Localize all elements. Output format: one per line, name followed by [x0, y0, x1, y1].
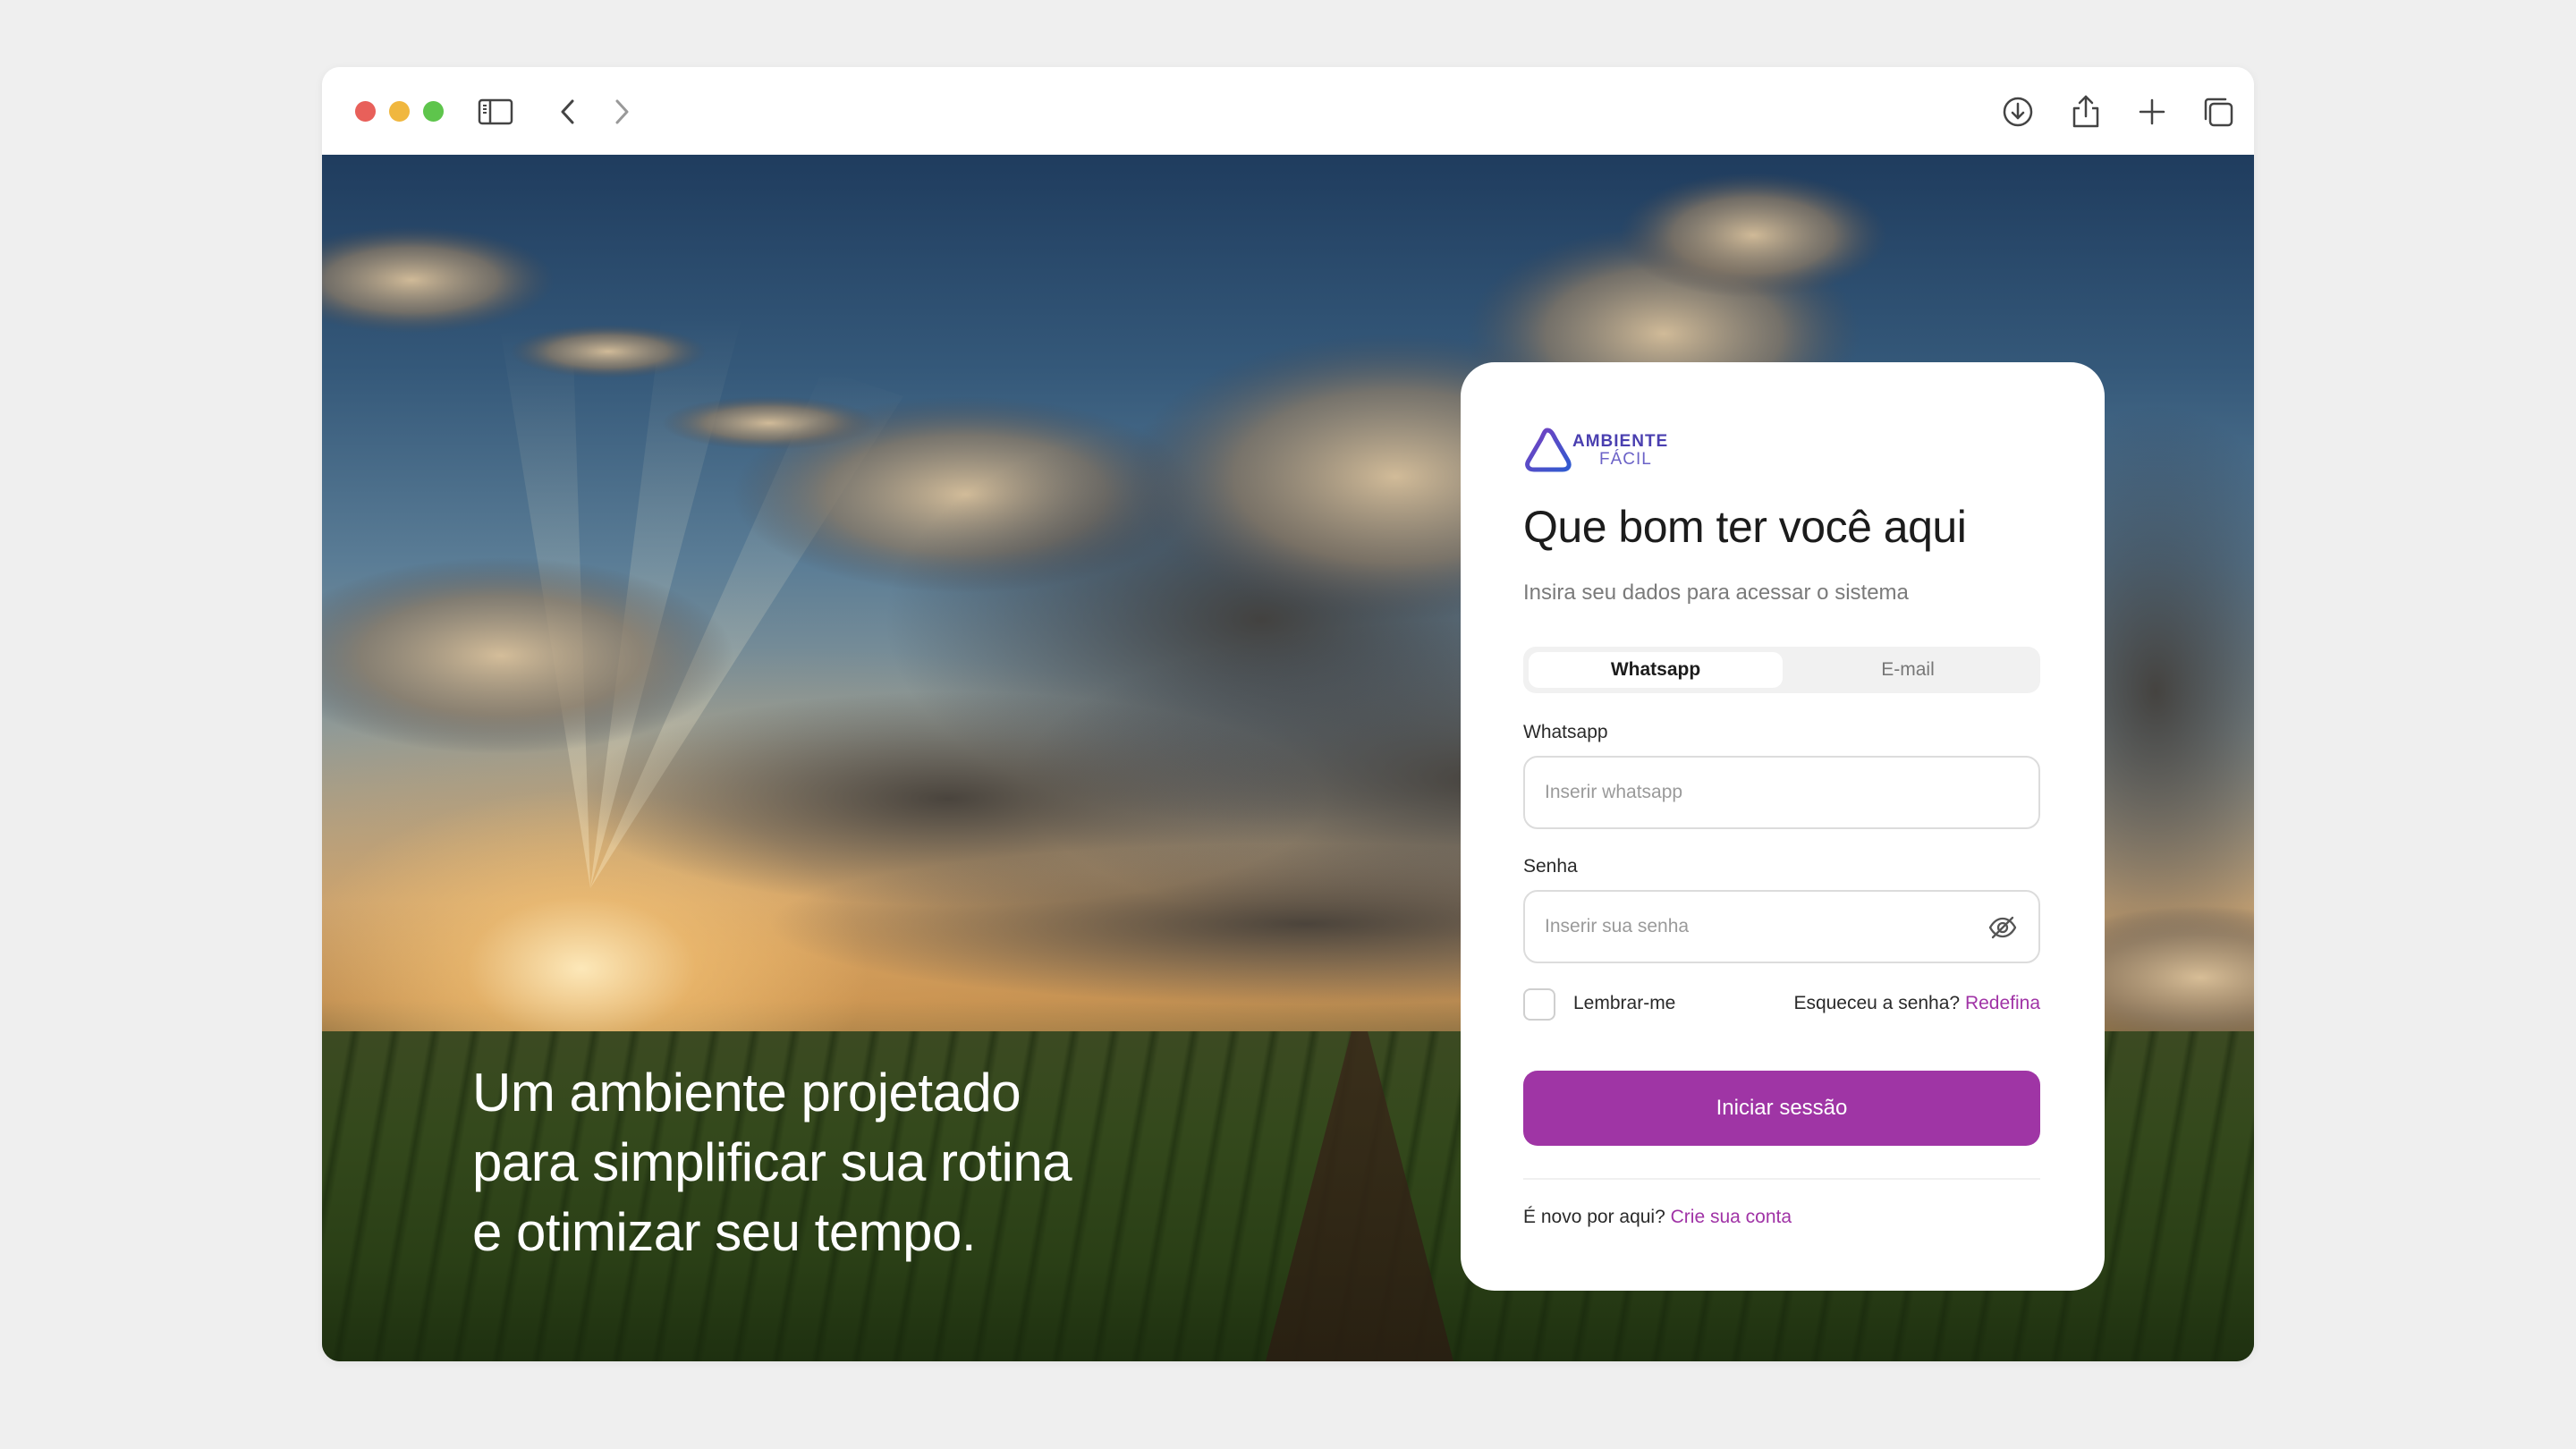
close-window-button[interactable] — [355, 101, 376, 122]
logo-icon — [1525, 428, 1572, 472]
whatsapp-field-wrapper — [1523, 756, 2040, 829]
logo-text-primary: AMBIENTE — [1572, 432, 1669, 451]
headline-line: para simplificar sua rotina — [472, 1132, 1072, 1192]
login-method-toggle: Whatsapp E-mail — [1523, 647, 2040, 693]
eye-off-icon[interactable] — [1987, 911, 2019, 944]
headline-line: Um ambiente projetado — [472, 1063, 1021, 1123]
whatsapp-input[interactable] — [1545, 758, 1974, 827]
signup-text: É novo por aqui? — [1523, 1207, 1665, 1227]
forgot-password-text: Esqueceu a senha? — [1793, 993, 1961, 1013]
browser-window: Um ambiente projetado para simplificar s… — [322, 67, 2254, 1361]
headline-line: e otimizar seu tempo. — [472, 1202, 977, 1262]
download-icon[interactable] — [1998, 92, 2038, 131]
remember-me-label: Lembrar-me — [1573, 993, 1676, 1013]
password-field-wrapper — [1523, 890, 2040, 963]
back-icon[interactable] — [549, 92, 589, 131]
sidebar-icon[interactable] — [476, 92, 515, 131]
password-label: Senha — [1523, 856, 1578, 877]
password-input[interactable] — [1545, 892, 1974, 962]
forgot-password: Esqueceu a senha? Redefina — [1793, 993, 2040, 1014]
tabs-overview-icon[interactable] — [2199, 92, 2238, 131]
login-title: Que bom ter você aqui — [1523, 502, 1967, 552]
logo: AMBIENTE FÁCIL — [1523, 425, 1693, 479]
tab-email[interactable]: E-mail — [1781, 652, 2035, 688]
hero-headline: Um ambiente projetado para simplificar s… — [472, 1058, 1152, 1267]
browser-toolbar — [322, 67, 2254, 155]
logo-text-secondary: FÁCIL — [1599, 450, 1652, 469]
login-page: Um ambiente projetado para simplificar s… — [322, 155, 2254, 1361]
create-account-link[interactable]: Crie sua conta — [1671, 1207, 1792, 1227]
login-button[interactable]: Iniciar sessão — [1523, 1071, 2040, 1146]
share-icon[interactable] — [2066, 92, 2106, 131]
maximize-window-button[interactable] — [423, 101, 444, 122]
reset-password-link[interactable]: Redefina — [1965, 993, 2040, 1013]
login-card: AMBIENTE FÁCIL Que bom ter você aqui Ins… — [1461, 362, 2105, 1291]
whatsapp-label: Whatsapp — [1523, 722, 1608, 742]
remember-me-checkbox[interactable] — [1523, 988, 1555, 1021]
divider — [1523, 1178, 2040, 1180]
signup-prompt: É novo por aqui? Crie sua conta — [1523, 1207, 1792, 1228]
minimize-window-button[interactable] — [389, 101, 410, 122]
forward-icon[interactable] — [601, 92, 640, 131]
new-tab-icon[interactable] — [2132, 92, 2172, 131]
login-subtitle: Insira seu dados para acessar o sistema — [1523, 580, 1909, 605]
tab-whatsapp[interactable]: Whatsapp — [1529, 652, 1783, 688]
